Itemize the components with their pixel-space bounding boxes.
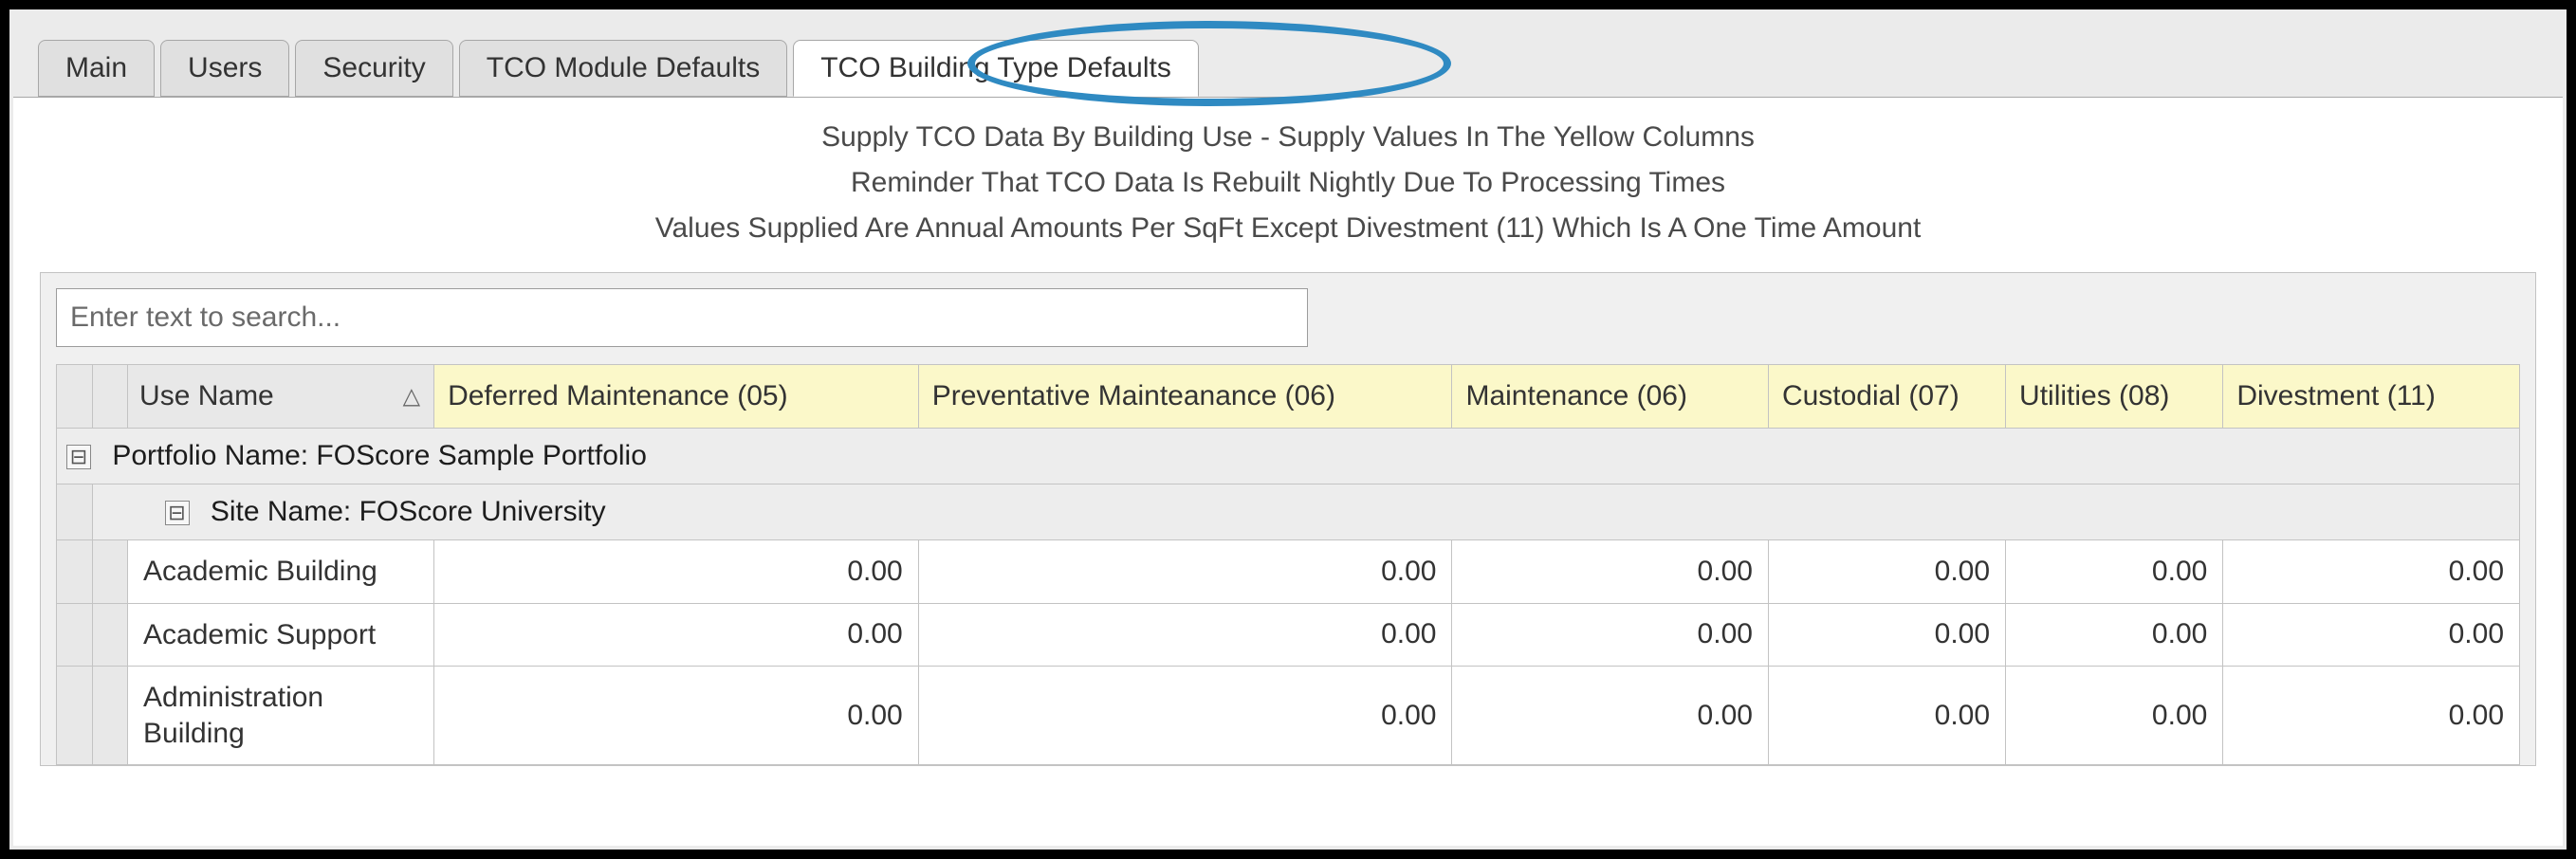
- instructions-block: Supply TCO Data By Building Use - Supply…: [13, 98, 2563, 272]
- col-header-divestment[interactable]: Divestment (11): [2223, 365, 2520, 429]
- instruction-line-1: Supply TCO Data By Building Use - Supply…: [32, 115, 2544, 160]
- cell-deferred[interactable]: 0.00: [434, 540, 919, 604]
- cell-custodial[interactable]: 0.00: [1768, 667, 2005, 765]
- table-row[interactable]: Academic Building 0.00 0.00 0.00 0.00 0.…: [57, 540, 2520, 604]
- group-portfolio-label: Portfolio Name: FOScore Sample Portfolio: [112, 440, 647, 471]
- col-header-utilities[interactable]: Utilities (08): [2006, 365, 2223, 429]
- cell-deferred[interactable]: 0.00: [434, 603, 919, 667]
- cell-divestment[interactable]: 0.00: [2223, 667, 2520, 765]
- header-row: Use Name △ Deferred Maintenance (05) Pre…: [57, 365, 2520, 429]
- col-header-use-name-label: Use Name: [139, 380, 274, 411]
- cell-utilities[interactable]: 0.00: [2006, 667, 2223, 765]
- tab-main[interactable]: Main: [38, 40, 155, 97]
- tab-users[interactable]: Users: [160, 40, 289, 97]
- cell-deferred[interactable]: 0.00: [434, 667, 919, 765]
- cell-custodial[interactable]: 0.00: [1768, 603, 2005, 667]
- group-site-label: Site Name: FOScore University: [211, 496, 606, 527]
- collapse-icon[interactable]: ⊟: [165, 501, 190, 525]
- row-handle: [57, 667, 93, 765]
- administration-window: Main Users Security TCO Module Defaults …: [0, 0, 2576, 859]
- col-header-preventative-maintenance[interactable]: Preventative Mainteanance (06): [918, 365, 1452, 429]
- row-handle: [57, 603, 93, 667]
- table-row[interactable]: Administration Building 0.00 0.00 0.00 0…: [57, 667, 2520, 765]
- cell-custodial[interactable]: 0.00: [1768, 540, 2005, 604]
- cell-preventative[interactable]: 0.00: [918, 603, 1452, 667]
- use-name-cell: Academic Building: [143, 554, 418, 590]
- row-handle-2: [92, 667, 128, 765]
- cell-maintenance[interactable]: 0.00: [1452, 540, 1768, 604]
- col-header-deferred-maintenance[interactable]: Deferred Maintenance (05): [434, 365, 919, 429]
- search-input[interactable]: [56, 288, 1308, 347]
- cell-utilities[interactable]: 0.00: [2006, 540, 2223, 604]
- table-row[interactable]: Academic Support 0.00 0.00 0.00 0.00 0.0…: [57, 603, 2520, 667]
- col-header-maintenance[interactable]: Maintenance (06): [1452, 365, 1768, 429]
- row-handle-2: [92, 540, 128, 604]
- group-row-portfolio: ⊟ Portfolio Name: FOScore Sample Portfol…: [57, 429, 2520, 484]
- row-handle: [57, 540, 93, 604]
- tab-security[interactable]: Security: [295, 40, 452, 97]
- row-handle: [57, 484, 93, 540]
- cell-preventative[interactable]: 0.00: [918, 540, 1452, 604]
- use-name-cell: Academic Support: [143, 617, 418, 653]
- search-wrap: [56, 288, 2520, 347]
- cell-utilities[interactable]: 0.00: [2006, 603, 2223, 667]
- data-grid: Use Name △ Deferred Maintenance (05) Pre…: [56, 364, 2520, 765]
- cell-divestment[interactable]: 0.00: [2223, 603, 2520, 667]
- row-handle-header-2: [92, 365, 128, 429]
- group-row-site: ⊟ Site Name: FOScore University: [57, 484, 2520, 540]
- col-header-use-name[interactable]: Use Name △: [128, 365, 434, 429]
- col-header-custodial[interactable]: Custodial (07): [1768, 365, 2005, 429]
- cell-maintenance[interactable]: 0.00: [1452, 667, 1768, 765]
- tab-tco-module-defaults[interactable]: TCO Module Defaults: [459, 40, 787, 97]
- tab-tco-building-type-defaults[interactable]: TCO Building Type Defaults: [793, 40, 1199, 97]
- use-name-cell: Administration Building: [143, 680, 418, 751]
- cell-divestment[interactable]: 0.00: [2223, 540, 2520, 604]
- grid-panel: Use Name △ Deferred Maintenance (05) Pre…: [40, 272, 2536, 766]
- cell-maintenance[interactable]: 0.00: [1452, 603, 1768, 667]
- sort-ascending-icon[interactable]: △: [403, 383, 420, 411]
- collapse-icon[interactable]: ⊟: [66, 445, 91, 469]
- tab-content: Supply TCO Data By Building Use - Supply…: [13, 97, 2563, 846]
- instruction-line-2: Reminder That TCO Data Is Rebuilt Nightl…: [32, 160, 2544, 206]
- row-handle-2: [92, 603, 128, 667]
- instruction-line-3: Values Supplied Are Annual Amounts Per S…: [32, 206, 2544, 251]
- row-handle-header: [57, 365, 93, 429]
- cell-preventative[interactable]: 0.00: [918, 667, 1452, 765]
- tab-strip: Main Users Security TCO Module Defaults …: [9, 9, 2567, 97]
